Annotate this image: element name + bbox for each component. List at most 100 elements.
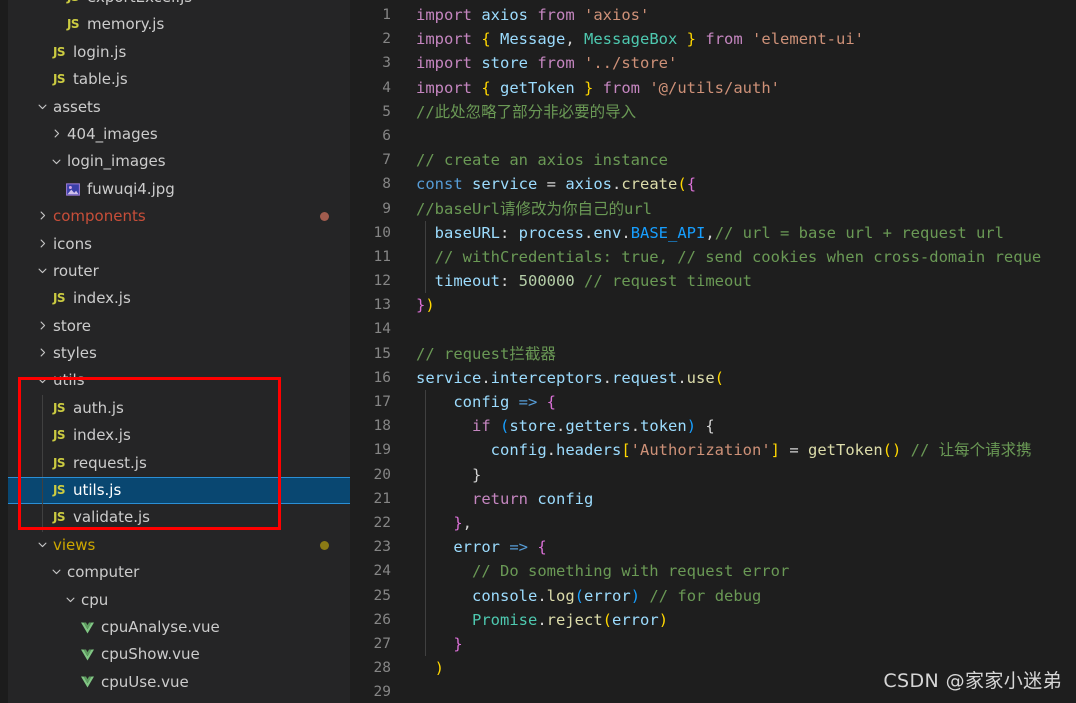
code-line[interactable]: 10 baseURL: process.env.BASE_API,// url … bbox=[350, 220, 1076, 245]
code-line[interactable]: 16 service.interceptors.request.use( bbox=[350, 366, 1076, 390]
code-line-text[interactable]: //此处忽略了部分非必要的导入 bbox=[416, 100, 1076, 124]
tree-file-table-js[interactable]: JS table.js bbox=[8, 66, 350, 93]
chevron-down-icon[interactable] bbox=[34, 265, 50, 276]
code-line[interactable]: 25 console.log(error) // for debug bbox=[350, 583, 1076, 608]
code-line-text[interactable] bbox=[416, 124, 1076, 148]
code-line[interactable]: 23 error => { bbox=[350, 535, 1076, 560]
tree-file-cpuuse-vue[interactable]: cpuUse.vue bbox=[8, 669, 350, 696]
code-line[interactable]: 2 import { Message, MessageBox } from 'el… bbox=[350, 27, 1076, 51]
code-line-text[interactable]: }, bbox=[416, 510, 1076, 536]
code-line[interactable]: 11 // withCredentials: true, // send coo… bbox=[350, 244, 1076, 270]
code-line[interactable]: 18 if (store.getters.token) { bbox=[350, 414, 1076, 439]
code-line-text[interactable]: config => { bbox=[416, 390, 1076, 415]
code-line[interactable]: 15 // request拦截器 bbox=[350, 342, 1076, 366]
code-line[interactable]: 7 // create an axios instance bbox=[350, 148, 1076, 172]
chevron-right-icon[interactable] bbox=[48, 128, 64, 139]
code-line-text[interactable]: } bbox=[416, 462, 1076, 487]
code-line[interactable]: 21 return config bbox=[350, 486, 1076, 511]
chevron-down-icon[interactable] bbox=[62, 594, 78, 605]
code-line-text[interactable]: // create an axios instance bbox=[416, 148, 1076, 172]
chevron-down-icon[interactable] bbox=[34, 375, 50, 386]
code-line[interactable]: 19 config.headers['Authorization'] = get… bbox=[350, 438, 1076, 463]
code-line-text[interactable]: Promise.reject(error) bbox=[416, 607, 1076, 632]
code-line[interactable]: 3 import store from '../store' bbox=[350, 51, 1076, 75]
tree-item-label: 404_images bbox=[67, 124, 158, 143]
chevron-right-icon[interactable] bbox=[34, 320, 50, 331]
code-line[interactable]: 6 bbox=[350, 124, 1076, 148]
tree-file-auth-js[interactable]: JS auth.js bbox=[8, 394, 350, 423]
code-line-text[interactable]: return config bbox=[416, 486, 1076, 511]
code-line-text[interactable]: config.headers['Authorization'] = getTok… bbox=[416, 438, 1076, 463]
code-line-text[interactable]: baseURL: process.env.BASE_API,// url = b… bbox=[416, 220, 1076, 245]
tree-file-request-js[interactable]: JS request.js bbox=[8, 449, 350, 478]
code-line[interactable]: 9 //baseUrl请修改为你自己的url bbox=[350, 197, 1076, 221]
code-line[interactable]: 4 import { getToken } from '@/utils/auth' bbox=[350, 76, 1076, 100]
tree-file-utils-js[interactable]: JS utils.js bbox=[8, 477, 350, 506]
code-token: reject bbox=[546, 610, 603, 629]
code-line-text[interactable]: import { Message, MessageBox } from 'ele… bbox=[416, 27, 1076, 51]
explorer-sidebar[interactable]: JSexportExcel.jsJSmemory.jsJSlogin.jsJSt… bbox=[8, 0, 350, 703]
code-line[interactable]: 1 import axios from 'axios' bbox=[350, 3, 1076, 27]
code-editor[interactable]: 1 import axios from 'axios' 2 import { Mess… bbox=[350, 0, 1076, 703]
code-line[interactable]: 12 timeout: 500000 // request timeout bbox=[350, 269, 1076, 294]
code-line[interactable]: 17 config => { bbox=[350, 390, 1076, 415]
code-content[interactable]: 1 import axios from 'axios' 2 import { Mess… bbox=[350, 0, 1076, 703]
tree-file-index-js[interactable]: JS index.js bbox=[8, 285, 350, 312]
tree-folder-icons[interactable]: icons bbox=[8, 231, 350, 258]
code-line-text[interactable]: import { getToken } from '@/utils/auth' bbox=[416, 76, 1076, 100]
tree-folder-login-images[interactable]: login_images bbox=[8, 148, 350, 175]
tree-folder-store[interactable]: store bbox=[8, 313, 350, 340]
code-line-text[interactable]: service.interceptors.request.use( bbox=[416, 366, 1076, 390]
code-line-text[interactable]: // withCredentials: true, // send cookie… bbox=[416, 244, 1076, 270]
tree-file-validate-js[interactable]: JS validate.js bbox=[8, 504, 350, 532]
code-line[interactable]: 5 //此处忽略了部分非必要的导入 bbox=[350, 100, 1076, 124]
code-line[interactable]: 13}) bbox=[350, 293, 1076, 317]
tree-folder-utils[interactable]: utils bbox=[8, 367, 350, 394]
tree-file-memory-js[interactable]: JS memory.js bbox=[8, 11, 350, 38]
code-line[interactable]: 26 Promise.reject(error) bbox=[350, 607, 1076, 632]
code-line[interactable]: 22 }, bbox=[350, 510, 1076, 536]
code-line-text[interactable]: // Do something with request error bbox=[416, 559, 1076, 584]
code-line[interactable]: 24 // Do something with request error bbox=[350, 559, 1076, 584]
code-line-text[interactable]: import store from '../store' bbox=[416, 51, 1076, 75]
chevron-right-icon[interactable] bbox=[34, 238, 50, 249]
tree-folder-computer[interactable]: computer bbox=[8, 559, 350, 586]
code-line[interactable]: 20 } bbox=[350, 462, 1076, 487]
code-line[interactable]: 27 } bbox=[350, 631, 1076, 657]
code-line-text[interactable]: }) bbox=[416, 293, 1076, 317]
tree-folder-components[interactable]: components bbox=[8, 203, 350, 230]
tree-file-cpuanalyse-vue[interactable]: cpuAnalyse.vue bbox=[8, 614, 350, 641]
code-line-text[interactable]: //baseUrl请修改为你自己的url bbox=[416, 197, 1076, 221]
tree-folder-views[interactable]: views bbox=[8, 532, 350, 559]
code-line-text[interactable]: error => { bbox=[416, 535, 1076, 560]
chevron-right-icon[interactable] bbox=[34, 210, 50, 221]
tree-file-index-js[interactable]: JS index.js bbox=[8, 422, 350, 450]
chevron-down-icon[interactable] bbox=[48, 156, 64, 167]
code-line-text[interactable]: if (store.getters.token) { bbox=[416, 414, 1076, 439]
tree-folder-cpu[interactable]: cpu bbox=[8, 587, 350, 614]
code-token: ] bbox=[770, 441, 780, 460]
code-line-text[interactable]: } bbox=[416, 631, 1076, 657]
chevron-down-icon[interactable] bbox=[34, 101, 50, 112]
code-line-text[interactable]: const service = axios.create({ bbox=[416, 172, 1076, 196]
code-line-text[interactable]: // request拦截器 bbox=[416, 342, 1076, 366]
chevron-down-icon[interactable] bbox=[48, 566, 64, 577]
code-line[interactable]: 14 bbox=[350, 317, 1076, 341]
tree-folder-404-images[interactable]: 404_images bbox=[8, 121, 350, 148]
code-line-text[interactable]: timeout: 500000 // request timeout bbox=[416, 269, 1076, 294]
code-line-text[interactable] bbox=[416, 317, 1076, 341]
tree-file-exportexcel-js[interactable]: JSexportExcel.js bbox=[8, 0, 350, 11]
chevron-down-icon[interactable] bbox=[34, 539, 50, 550]
code-line-text[interactable]: import axios from 'axios' bbox=[416, 3, 1076, 27]
code-line-text[interactable]: console.log(error) // for debug bbox=[416, 583, 1076, 608]
tree-file-fuwuqi4-jpg[interactable]: fuwuqi4.jpg bbox=[8, 176, 350, 203]
tree-folder-router[interactable]: router bbox=[8, 258, 350, 285]
tree-folder-assets[interactable]: assets bbox=[8, 94, 350, 121]
tree-file-login-js[interactable]: JS login.js bbox=[8, 39, 350, 66]
file-tree[interactable]: JSexportExcel.jsJSmemory.jsJSlogin.jsJSt… bbox=[8, 0, 350, 696]
tree-folder-styles[interactable]: styles bbox=[8, 340, 350, 367]
code-token: } bbox=[574, 78, 594, 97]
code-line[interactable]: 8 const service = axios.create({ bbox=[350, 172, 1076, 196]
tree-file-cpushow-vue[interactable]: cpuShow.vue bbox=[8, 641, 350, 668]
chevron-right-icon[interactable] bbox=[34, 347, 50, 358]
